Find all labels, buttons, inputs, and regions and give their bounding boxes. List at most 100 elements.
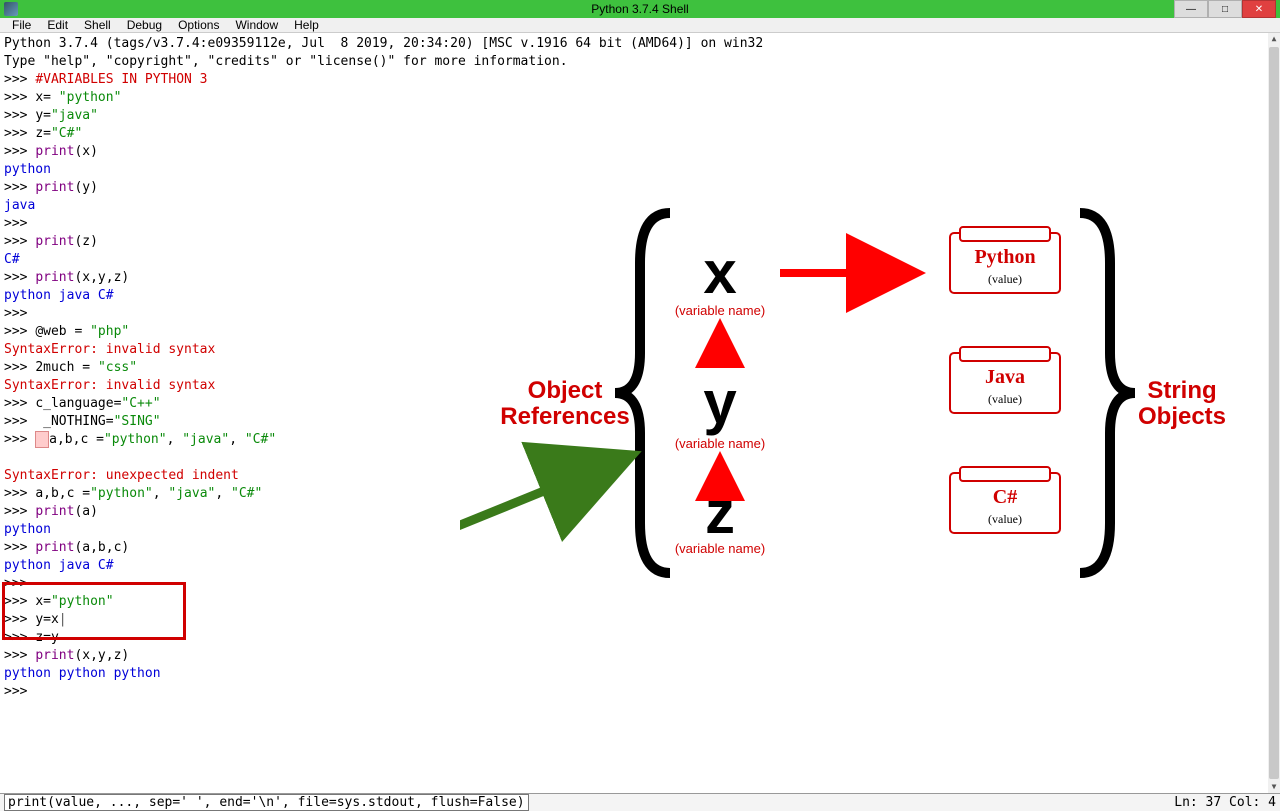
window-title: Python 3.7.4 Shell — [591, 2, 688, 16]
comment-variables: #VARIABLES IN PYTHON 3 — [35, 72, 207, 87]
var-y: y (variable name) — [675, 369, 765, 451]
code: _NOTHING= — [35, 414, 113, 429]
val-csharp: C# (value) — [950, 467, 1060, 533]
error: SyntaxError: unexpected indent — [4, 468, 239, 483]
object-reference-diagram: ObjectReferences StringObjects x (variab… — [460, 203, 1240, 583]
builtin: print — [35, 144, 74, 159]
prompt — [4, 612, 35, 627]
menu-window[interactable]: Window — [227, 18, 286, 32]
string-literal: "C#" — [51, 126, 82, 141]
prompt — [4, 396, 35, 411]
code: c_language= — [35, 396, 121, 411]
prompt — [4, 360, 35, 375]
prompt — [4, 126, 35, 141]
code: (z) — [74, 234, 97, 249]
string-literal: "java" — [51, 108, 98, 123]
prompt — [4, 90, 35, 105]
error: SyntaxError: invalid syntax — [4, 342, 215, 357]
menu-file[interactable]: File — [4, 18, 39, 32]
code: 2much = — [35, 360, 98, 375]
menubar: File Edit Shell Debug Options Window Hel… — [0, 18, 1280, 33]
output: python java C# — [4, 288, 114, 303]
scroll-up-icon[interactable]: ▲ — [1269, 34, 1279, 44]
code: (x,y,z) — [74, 270, 129, 285]
python-icon — [4, 2, 18, 16]
prompt — [4, 576, 35, 591]
window-root: Python 3.7.4 Shell — □ ✕ File Edit Shell… — [0, 0, 1280, 720]
code: (a,b,c) — [74, 540, 129, 555]
prompt — [4, 270, 35, 285]
builtin: print — [35, 504, 74, 519]
svg-text:C#: C# — [993, 486, 1017, 508]
svg-text:(variable name): (variable name) — [675, 303, 765, 318]
svg-text:(variable name): (variable name) — [675, 541, 765, 556]
code: (y) — [74, 180, 97, 195]
indent-error-marker — [35, 431, 49, 448]
output: python — [4, 522, 51, 537]
prompt — [4, 594, 35, 609]
svg-text:y: y — [703, 369, 737, 436]
code: a,b,c = — [35, 486, 90, 501]
code: , — [215, 486, 231, 501]
maximize-button[interactable]: □ — [1208, 0, 1242, 18]
code: @web = — [35, 324, 90, 339]
menu-debug[interactable]: Debug — [119, 18, 170, 32]
scroll-thumb[interactable] — [1269, 47, 1279, 779]
string-literal: "php" — [90, 324, 129, 339]
prompt — [4, 630, 35, 645]
code: , — [153, 486, 169, 501]
scroll-down-icon[interactable]: ▼ — [1269, 782, 1279, 792]
prompt — [4, 72, 35, 87]
prompt — [4, 414, 35, 429]
code: , — [167, 432, 183, 447]
menu-options[interactable]: Options — [170, 18, 227, 32]
code: z=y — [35, 630, 58, 645]
menu-shell[interactable]: Shell — [76, 18, 119, 32]
code: z= — [35, 126, 51, 141]
prompt — [4, 324, 35, 339]
menu-help[interactable]: Help — [286, 18, 327, 32]
prompt — [4, 486, 35, 501]
var-x: x (variable name) — [675, 239, 765, 318]
code: x= — [35, 594, 51, 609]
cursor-position: Ln: 37 Col: 4 — [1174, 795, 1276, 810]
statusbar: print(value, ..., sep=' ', end='\n', fil… — [0, 793, 1280, 811]
code: (x) — [74, 144, 97, 159]
prompt — [4, 216, 35, 231]
code: a,b,c = — [49, 432, 104, 447]
output: java — [4, 198, 35, 213]
output: python java C# — [4, 558, 114, 573]
prompt — [4, 648, 35, 663]
error: SyntaxError: invalid syntax — [4, 378, 215, 393]
code: (a) — [74, 504, 97, 519]
content-area: Python 3.7.4 (tags/v3.7.4:e09359112e, Ju… — [0, 33, 1280, 793]
code: (x,y,z) — [74, 648, 129, 663]
string-literal: "python" — [104, 432, 167, 447]
string-literal: "C#" — [231, 486, 262, 501]
code: y= — [35, 108, 51, 123]
prompt — [4, 684, 35, 699]
svg-text:(value): (value) — [988, 512, 1022, 526]
builtin: print — [35, 270, 74, 285]
menu-edit[interactable]: Edit — [39, 18, 76, 32]
string-literal: "css" — [98, 360, 137, 375]
builtin: print — [35, 234, 74, 249]
output: python — [4, 162, 51, 177]
arrow-code-to-diagram — [460, 458, 625, 583]
banner-line2: Type "help", "copyright", "credits" or "… — [4, 54, 568, 69]
svg-text:(value): (value) — [988, 272, 1022, 286]
close-button[interactable]: ✕ — [1242, 0, 1276, 18]
vertical-scrollbar[interactable]: ▲ ▼ — [1268, 33, 1280, 793]
code: x= — [35, 90, 58, 105]
string-literal: "C#" — [245, 432, 276, 447]
shell-output[interactable]: Python 3.7.4 (tags/v3.7.4:e09359112e, Ju… — [0, 33, 1268, 793]
prompt — [4, 234, 35, 249]
builtin: print — [35, 540, 74, 555]
code: y=x — [35, 612, 58, 627]
svg-text:Java: Java — [985, 366, 1025, 388]
builtin: print — [35, 648, 74, 663]
val-python: Python (value) — [950, 227, 1060, 293]
prompt — [4, 432, 35, 447]
string-literal: "C++" — [121, 396, 160, 411]
minimize-button[interactable]: — — [1174, 0, 1208, 18]
